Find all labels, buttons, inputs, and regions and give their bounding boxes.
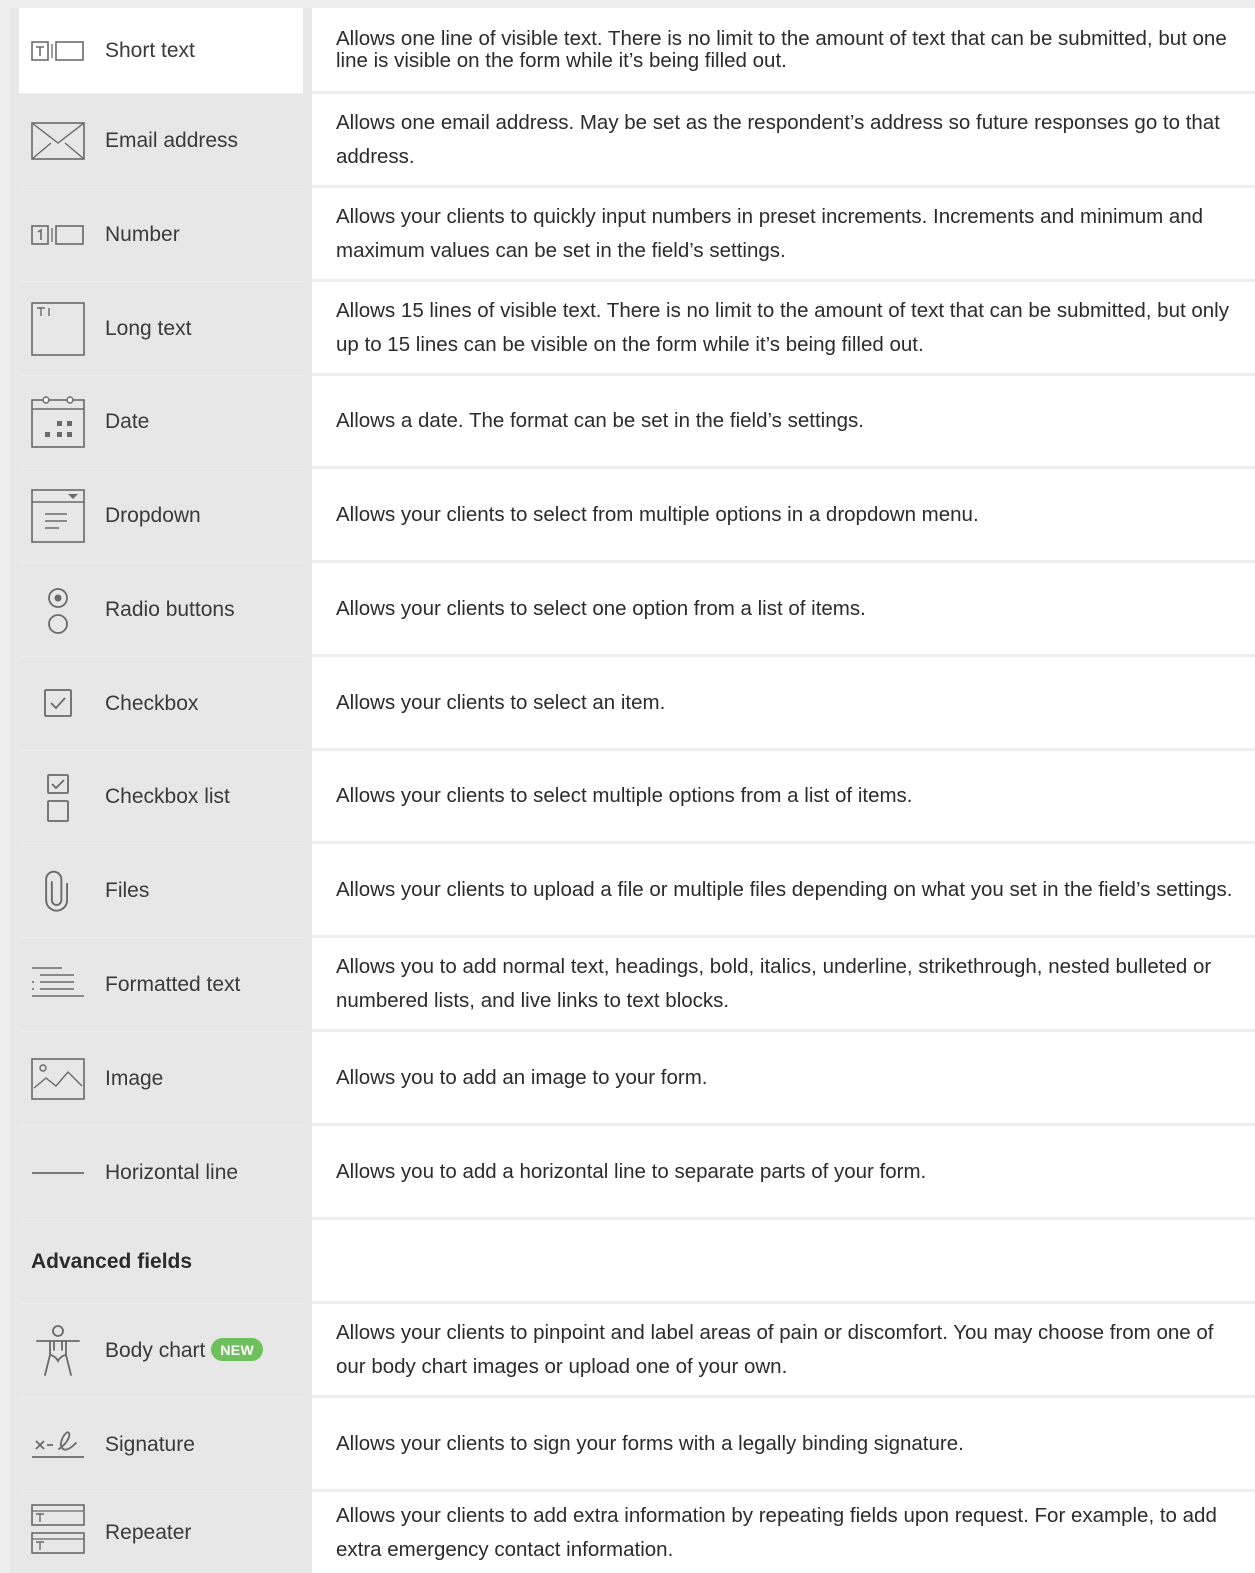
- advanced-fields-header-row: Advanced fields: [0, 1220, 1255, 1304]
- field-cell-checkbox[interactable]: Checkbox: [19, 657, 303, 751]
- field-row-files: Files Allows your clients to upload a fi…: [0, 844, 1255, 938]
- field-label-radio-buttons: Radio buttons: [105, 597, 235, 621]
- field-cell-body-chart[interactable]: Body chart NEW: [19, 1304, 303, 1398]
- dropdown-icon: [31, 488, 85, 543]
- field-row-checkbox-list: Checkbox list Allows your clients to sel…: [0, 751, 1255, 844]
- field-cell-files[interactable]: Files: [19, 844, 303, 938]
- field-desc-long-text: Allows 15 lines of visible text. There i…: [312, 282, 1255, 376]
- field-label-dropdown: Dropdown: [105, 503, 201, 527]
- field-label-date: Date: [105, 410, 150, 433]
- field-desc-checkbox-list: Allows your clients to select multiple o…: [312, 751, 1255, 844]
- formatted-text-icon: [31, 958, 85, 1012]
- field-row-number: Number Allows your clients to quickly in…: [0, 188, 1255, 282]
- paperclip-icon: [31, 864, 85, 918]
- field-cell-long-text[interactable]: Long text: [19, 282, 303, 376]
- field-cell-horizontal-line[interactable]: Horizontal line: [19, 1126, 303, 1220]
- field-label-horizontal-line: Horizontal line: [105, 1160, 239, 1184]
- field-desc-number: Allows your clients to quickly input num…: [312, 188, 1255, 282]
- calendar-icon: [31, 395, 85, 449]
- field-row-image: Image Allows you to add an image to your…: [0, 1032, 1255, 1126]
- field-desc-signature: Allows your clients to sign your forms w…: [312, 1398, 1255, 1492]
- signature-icon: [31, 1418, 85, 1472]
- field-desc-repeater: Allows your clients to add extra informa…: [336, 1503, 1217, 1561]
- field-row-dropdown: Dropdown Allows your clients to select f…: [0, 469, 1255, 563]
- field-desc-email-address: Allows one email address. May be set as …: [312, 94, 1255, 188]
- field-row-date: Date Allows a date. The format can be se…: [0, 376, 1255, 469]
- field-desc-image: Allows you to add an image to your form.: [312, 1032, 1255, 1126]
- field-label-long-text: Long text: [105, 316, 192, 340]
- field-label-short-text: Short text: [105, 38, 195, 62]
- field-row-signature: Signature Allows your clients to sign yo…: [0, 1398, 1255, 1492]
- field-cell-short-text[interactable]: Short text: [19, 8, 303, 94]
- field-cell-image[interactable]: Image: [19, 1032, 303, 1126]
- checkbox-list-icon: [31, 770, 85, 824]
- field-row-long-text: Long text Allows 15 lines of visible tex…: [0, 282, 1255, 376]
- field-label-formatted-text: Formatted text: [105, 972, 241, 996]
- field-cell-number[interactable]: Number: [19, 188, 303, 282]
- field-label-files: Files: [105, 878, 150, 902]
- field-row-radio-buttons: Radio buttons Allows your clients to sel…: [0, 563, 1255, 657]
- field-cell-date[interactable]: Date: [19, 376, 303, 469]
- body-chart-icon: [31, 1324, 85, 1378]
- field-row-short-text: Short text Allows one line of visible te…: [0, 8, 1255, 94]
- field-cell-signature[interactable]: Signature: [19, 1398, 303, 1492]
- field-row-checkbox: Checkbox Allows your clients to select a…: [0, 657, 1255, 751]
- field-label-checkbox-list: Checkbox list: [105, 785, 230, 808]
- field-label-image: Image: [105, 1066, 164, 1090]
- field-row-body-chart: Body chart NEW Allows your clients to pin…: [0, 1304, 1255, 1398]
- field-desc-dropdown: Allows your clients to select from multi…: [312, 469, 1255, 563]
- envelope-icon: [31, 114, 85, 168]
- field-cell-email-address[interactable]: Email address: [19, 94, 303, 188]
- field-label-email-address: Email address: [105, 128, 239, 152]
- body-chart-label-text: Body chart: [105, 1339, 206, 1362]
- field-desc-files: Allows your clients to upload a file or …: [312, 844, 1255, 938]
- field-label-number: Number: [105, 222, 180, 246]
- horizontal-line-icon: [31, 1146, 85, 1200]
- image-icon: [31, 1052, 85, 1106]
- field-row-formatted-text: Formatted text Allows you to add normal …: [0, 938, 1255, 1032]
- advanced-fields-header-cell: Advanced fields: [19, 1220, 303, 1304]
- field-label-repeater: Repeater: [105, 1520, 192, 1544]
- radio-icon: [31, 583, 85, 637]
- field-cell-repeater[interactable]: Repeater: [19, 1492, 303, 1573]
- field-desc-horizontal-line: Allows you to add a horizontal line to s…: [312, 1126, 1255, 1220]
- field-cell-checkbox-list[interactable]: Checkbox list: [19, 751, 303, 844]
- field-desc-body-chart: Allows your clients to pinpoint and labe…: [312, 1304, 1255, 1398]
- field-cell-formatted-text[interactable]: Formatted text: [19, 938, 303, 1032]
- field-desc-checkbox: Allows your clients to select an item.: [312, 657, 1255, 751]
- advanced-fields-heading: Advanced fields: [31, 1249, 193, 1273]
- long-text-icon: [31, 301, 85, 356]
- field-label-body-chart: Body chart NEW: [105, 1338, 263, 1363]
- field-desc-formatted-text: Allows you to add normal text, headings,…: [312, 938, 1255, 1032]
- field-desc-date: Allows a date. The format can be set in …: [312, 376, 1255, 469]
- advanced-fields-header-spacer: [312, 1220, 1255, 1304]
- repeater-icon: [31, 1502, 85, 1556]
- new-badge: NEW: [211, 1338, 263, 1361]
- field-row-horizontal-line: Horizontal line Allows you to add a hori…: [0, 1126, 1255, 1220]
- number-icon: [31, 208, 85, 262]
- short-text-icon: [31, 24, 85, 78]
- checkbox-icon: [31, 677, 85, 731]
- field-cell-radio-buttons[interactable]: Radio buttons: [19, 563, 303, 657]
- field-cell-dropdown[interactable]: Dropdown: [19, 469, 303, 563]
- field-desc-radio-buttons: Allows your clients to select one option…: [312, 563, 1255, 657]
- field-label-signature: Signature: [105, 1432, 195, 1456]
- field-row-email-address: Email address Allows one email address. …: [0, 94, 1255, 188]
- field-desc-short-text: Allows one line of visible text. There i…: [312, 8, 1255, 94]
- field-label-checkbox: Checkbox: [105, 691, 199, 715]
- field-row-repeater: Repeater Allows your clients to add extr…: [0, 1492, 1255, 1573]
